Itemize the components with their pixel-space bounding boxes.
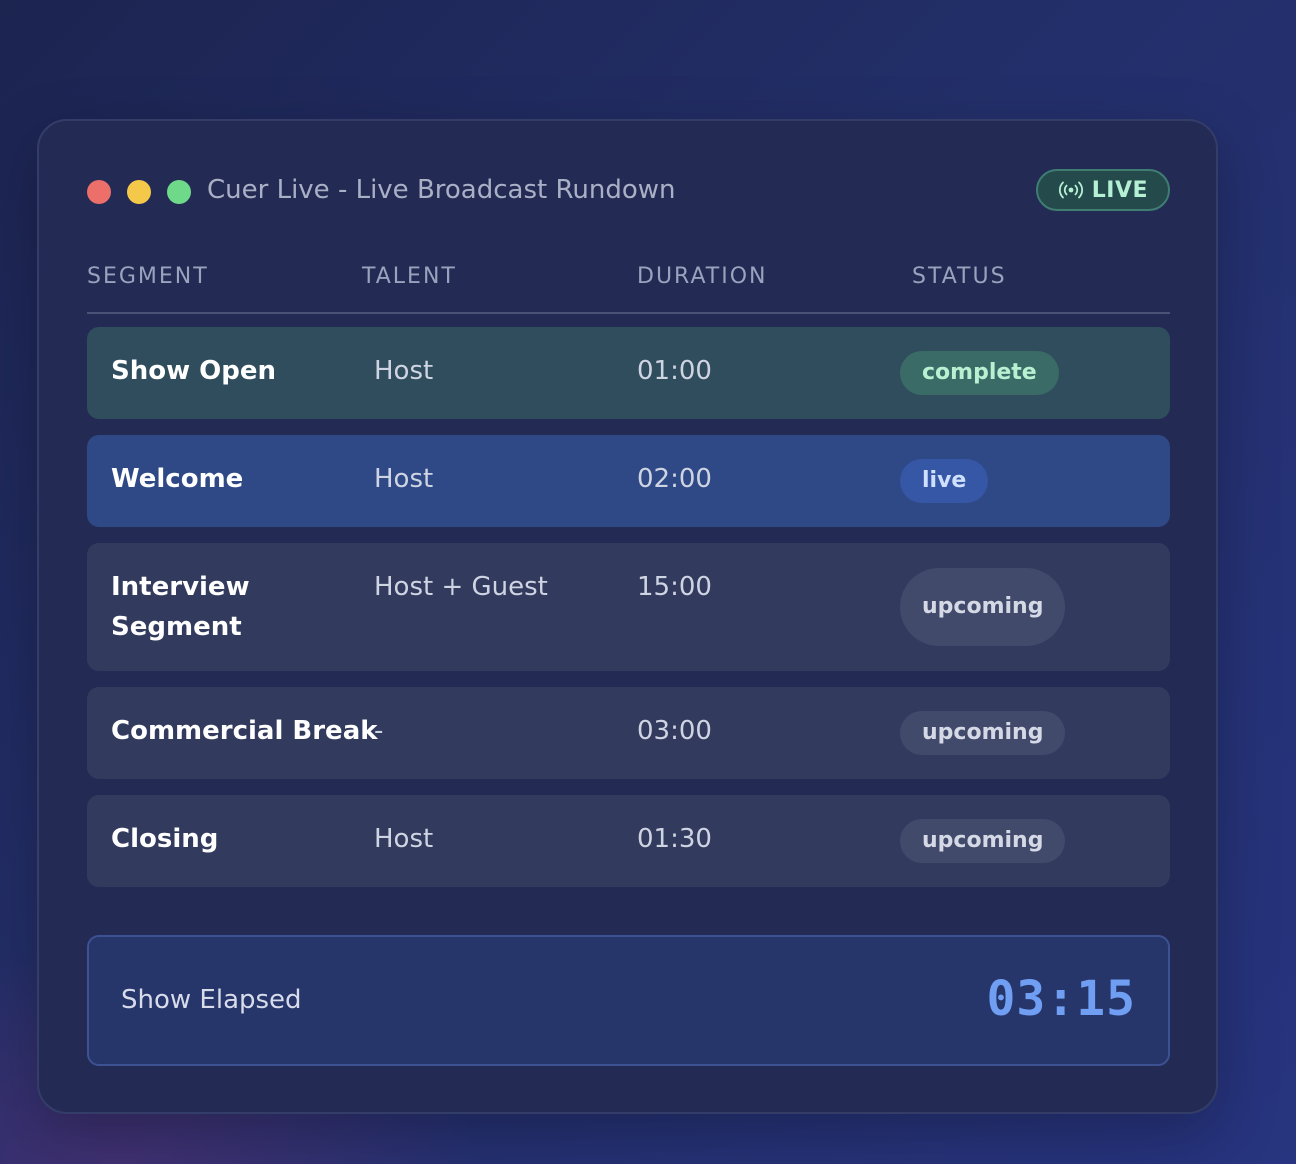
table-row[interactable]: Show Open Host 01:00 complete [87,327,1170,419]
column-header-duration[interactable]: DURATION [637,264,767,289]
broadcast-icon [1058,181,1083,199]
show-elapsed-timer: 03:15 [986,971,1136,1027]
rundown-window: Cuer Live - Live Broadcast Rundown LIVE … [37,119,1218,1114]
duration: 01:00 [637,356,712,386]
table-header: SEGMENT TALENT DURATION STATUS [87,264,1170,314]
status-badge: upcoming [900,711,1066,755]
duration: 02:00 [637,464,712,494]
talent: - [374,716,384,746]
window-title: Cuer Live - Live Broadcast Rundown [207,175,676,205]
talent: Host + Guest [374,572,548,602]
show-elapsed-panel: Show Elapsed 03:15 [87,935,1170,1066]
status-badge: upcoming [900,819,1066,863]
table-row[interactable]: Closing Host 01:30 upcoming [87,795,1170,887]
live-badge-label: LIVE [1091,177,1148,203]
close-window-button[interactable] [87,180,111,204]
talent: Host [374,356,434,386]
minimize-window-button[interactable] [127,180,151,204]
talent: Host [374,824,434,854]
column-header-status[interactable]: STATUS [912,264,1007,289]
column-header-segment[interactable]: SEGMENT [87,264,209,289]
table-row[interactable]: Commercial Break - 03:00 upcoming [87,687,1170,779]
duration: 01:30 [637,824,712,854]
segment-name: Closing [111,824,219,854]
column-header-talent[interactable]: TALENT [362,264,457,289]
live-badge: LIVE [1035,169,1170,211]
maximize-window-button[interactable] [167,180,191,204]
table-row[interactable]: Welcome Host 02:00 live [87,435,1170,527]
segment-name: Welcome [111,464,244,494]
title-bar: Cuer Live - Live Broadcast Rundown LIVE [87,169,1170,215]
talent: Host [374,464,434,494]
duration: 15:00 [637,572,712,602]
show-elapsed-label: Show Elapsed [121,985,302,1015]
table-row[interactable]: Interview Segment Host + Guest 15:00 upc… [87,543,1170,671]
status-badge: complete [900,351,1059,395]
segment-name: Show Open [111,356,277,386]
duration: 03:00 [637,716,712,746]
segment-name: Commercial Break [111,716,378,746]
status-badge: upcoming [900,568,1066,646]
status-badge: live [900,459,989,503]
segment-name: Interview Segment [111,572,250,642]
